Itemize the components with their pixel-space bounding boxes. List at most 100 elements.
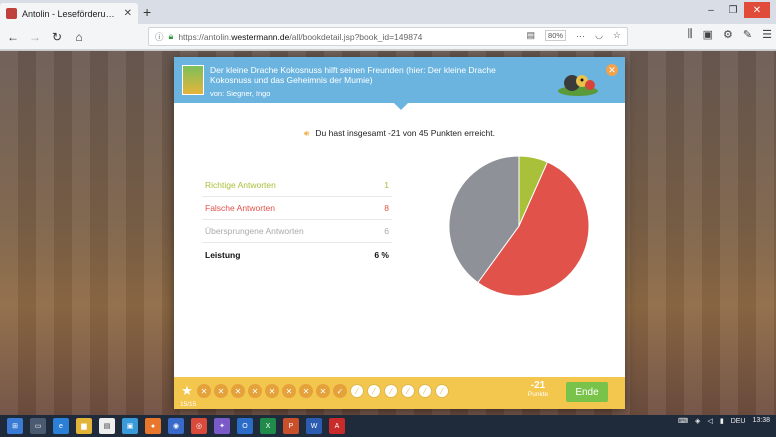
network-icon[interactable]: ◈ — [695, 417, 700, 425]
answer-progress: ★ ✕ ✕ ✕ ✕ ✕ ✕ ✕ ✕ ✓ ⁄ ⁄ ⁄ ⁄ ⁄ ⁄ — [180, 383, 449, 398]
book-author: von: Siegner, Ingo — [210, 89, 271, 98]
photos-icon[interactable]: ▣ — [122, 418, 138, 434]
word-icon[interactable]: W — [306, 418, 322, 434]
windows-start-icon[interactable]: ⊞ — [7, 418, 23, 434]
info-icon[interactable]: ⓘ — [155, 31, 164, 43]
url-text: https://antolin.westermann.de/all/bookde… — [178, 31, 423, 42]
points-value: -21 — [530, 380, 546, 391]
url-actions: ▤ 80% ··· ◡ ☆ — [527, 30, 621, 41]
answer-skip-icon: ⁄ — [350, 384, 364, 398]
toolbar-right: ⫼ ▣ ⚙ ✎ ☰ — [688, 28, 772, 41]
stat-label: Leistung — [205, 249, 241, 260]
speaker-icon[interactable]: 🔊︎ — [304, 128, 309, 138]
firefox-icon[interactable]: ● — [145, 418, 161, 434]
volume-icon[interactable]: ◁ — [707, 417, 712, 425]
more-actions-icon[interactable]: ··· — [576, 31, 585, 41]
task-view-icon[interactable]: ▭ — [30, 418, 46, 434]
star-icon: ★ — [181, 383, 193, 398]
answer-skip-icon: ⁄ — [367, 384, 381, 398]
dialog-header: Der kleine Drache Kokosnuss hilft seinen… — [174, 57, 625, 103]
answer-wrong-icon: ✕ — [248, 384, 262, 398]
stat-correct-row: Richtige Antworten 1 — [202, 174, 392, 197]
bookmark-star-icon[interactable]: ☆ — [613, 30, 621, 41]
taskbar: ⊞ ▭ e ▆ ▤ ▣ ● ◉ ◎ ✦ O X P W A ⌨ ◈ ◁ ▮ DE… — [0, 415, 776, 437]
quiz-footer: ★ ✕ ✕ ✕ ✕ ✕ ✕ ✕ ✕ ✓ ⁄ ⁄ ⁄ ⁄ ⁄ ⁄ 15/15 -21 Punkte Ende — [174, 377, 625, 409]
antolin-favicon-icon — [6, 8, 17, 19]
stat-label: Übersprungene Antworten — [205, 226, 304, 236]
stat-label: Richtige Antworten — [205, 180, 276, 190]
answer-wrong-icon: ✕ — [299, 384, 313, 398]
system-tray: ⌨ ◈ ◁ ▮ DEU 13:38 — [678, 417, 770, 425]
maximize-button[interactable]: ❐ — [722, 2, 744, 18]
close-window-button[interactable]: ✕ — [744, 2, 770, 18]
answer-skip-icon: ⁄ — [418, 384, 432, 398]
header-pointer — [394, 103, 408, 110]
answer-wrong-icon: ✕ — [231, 384, 245, 398]
reader-view-icon[interactable]: ▤ — [527, 30, 536, 41]
end-button[interactable]: Ende — [566, 382, 608, 402]
answer-wrong-icon: ✕ — [214, 384, 228, 398]
edge-browser-icon[interactable]: e — [53, 418, 69, 434]
minimize-button[interactable]: – — [700, 2, 722, 18]
question-counter: 15/15 — [180, 401, 197, 408]
language-indicator[interactable]: DEU — [731, 418, 746, 425]
browser-tab[interactable]: Antolin - Leseförderung von M ✕ — [0, 3, 138, 24]
dragon-illustration-icon — [558, 75, 598, 96]
pocket-icon[interactable]: ◡ — [595, 30, 603, 41]
book-cover-image — [182, 65, 204, 95]
app-icon[interactable]: ✦ — [214, 418, 230, 434]
acrobat-icon[interactable]: A — [329, 418, 345, 434]
answer-wrong-icon: ✕ — [197, 384, 211, 398]
result-pie-chart — [448, 155, 590, 297]
answer-skip-icon: ⁄ — [401, 384, 415, 398]
stat-value: 1 — [384, 180, 389, 190]
navigation-bar: ← → ↻ ⌂ ⓘ 🔒︎ https://antolin.westermann.… — [0, 24, 776, 50]
close-dialog-button[interactable]: ✕ — [606, 64, 618, 76]
result-summary: 🔊︎ Du hast insgesamt -21 von 45 Punkten e… — [174, 128, 625, 139]
window-controls: – ❐ ✕ — [700, 2, 770, 20]
clock[interactable]: 13:38 — [752, 417, 770, 425]
powerpoint-icon[interactable]: P — [283, 418, 299, 434]
stat-value: 8 — [384, 203, 389, 213]
stat-value: 6 % — [374, 249, 389, 260]
tab-title: Antolin - Leseförderung von M — [22, 8, 119, 19]
answer-wrong-icon: ✕ — [282, 384, 296, 398]
url-bar[interactable]: ⓘ 🔒︎ https://antolin.westermann.de/all/b… — [148, 27, 628, 46]
summary-text: Du hast insgesamt -21 von 45 Punkten err… — [315, 128, 495, 138]
answer-skip-icon: ⁄ — [435, 384, 449, 398]
extension-icon[interactable]: ⚙ — [723, 28, 733, 41]
stat-label: Falsche Antworten — [205, 203, 275, 213]
store-icon[interactable]: ▤ — [99, 418, 115, 434]
stat-score-row: Leistung 6 % — [202, 243, 392, 266]
answer-wrong-icon: ✕ — [316, 384, 330, 398]
excel-icon[interactable]: X — [260, 418, 276, 434]
stat-value: 6 — [384, 226, 389, 236]
tab-close-icon[interactable]: ✕ — [124, 8, 132, 19]
home-icon[interactable]: ⌂ — [70, 28, 88, 46]
points-label: Punkte — [527, 391, 549, 398]
media-icon[interactable]: ◉ — [168, 418, 184, 434]
answer-right-icon: ✓ — [333, 384, 347, 398]
outlook-icon[interactable]: O — [237, 418, 253, 434]
chrome-icon[interactable]: ◎ — [191, 418, 207, 434]
stat-skipped-row: Übersprungene Antworten 6 — [202, 220, 392, 243]
stat-wrong-row: Falsche Antworten 8 — [202, 197, 392, 220]
new-tab-button[interactable]: + — [143, 4, 151, 20]
forward-arrow-icon[interactable]: → — [26, 28, 44, 46]
tab-bar: Antolin - Leseförderung von M ✕ + – ❐ ✕ — [0, 0, 776, 24]
book-title: Der kleine Drache Kokosnuss hilft seinen… — [210, 65, 496, 85]
addon-icon[interactable]: ✎ — [743, 28, 752, 41]
points-display: -21 Punkte — [520, 380, 556, 398]
reload-icon[interactable]: ↻ — [48, 28, 66, 46]
sidebar-icon[interactable]: ▣ — [703, 28, 713, 41]
lock-icon: 🔒︎ — [168, 31, 174, 41]
library-icon[interactable]: ⫼ — [688, 28, 693, 41]
result-stats: Richtige Antworten 1 Falsche Antworten 8… — [202, 174, 392, 266]
file-explorer-icon[interactable]: ▆ — [76, 418, 92, 434]
menu-icon[interactable]: ☰ — [762, 28, 772, 41]
answer-skip-icon: ⁄ — [384, 384, 398, 398]
zoom-level[interactable]: 80% — [545, 30, 567, 41]
keyboard-icon[interactable]: ⌨ — [678, 417, 688, 425]
battery-icon[interactable]: ▮ — [720, 417, 724, 425]
back-arrow-icon[interactable]: ← — [4, 28, 22, 46]
